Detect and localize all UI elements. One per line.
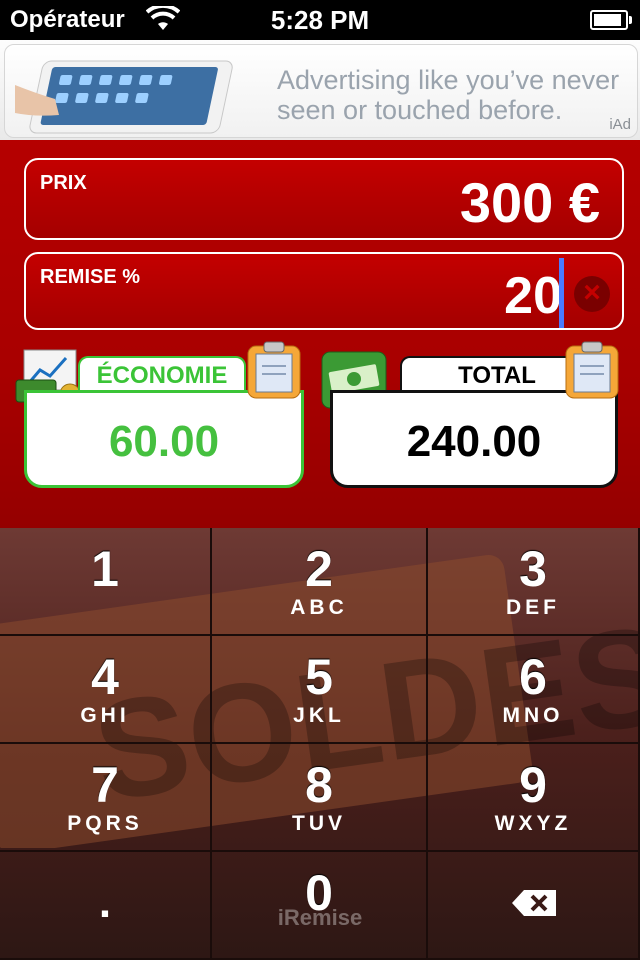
backspace-icon — [512, 890, 556, 916]
key-letters: DEF — [506, 596, 560, 619]
key-letters: JKL — [293, 704, 345, 727]
battery-icon — [590, 10, 632, 30]
status-time: 5:28 PM — [270, 5, 370, 35]
key-digit: 3 — [519, 541, 547, 597]
app-brand: iRemise — [277, 905, 363, 930]
ad-frame[interactable]: Advertising like you’ve never seen or to… — [4, 44, 638, 138]
key-1[interactable]: 1 — [0, 528, 212, 636]
prix-label: PRIX — [40, 172, 87, 194]
key-letters: PQRS — [67, 812, 143, 835]
key-digit: 2 — [305, 541, 333, 597]
key-letters: MNO — [502, 704, 564, 727]
key-digit: 1 — [91, 541, 119, 597]
key-8[interactable]: 8 TUV — [212, 744, 428, 852]
key-digit: 4 — [91, 649, 119, 705]
ipad-image — [15, 60, 233, 134]
key-letters: ABC — [290, 596, 348, 619]
clipboard-icon[interactable] — [246, 340, 302, 400]
ad-text: Advertising like you’ve never seen or to… — [277, 65, 620, 125]
economie-card: 60.00 — [24, 390, 304, 488]
prix-field[interactable]: PRIX 300 € — [24, 158, 624, 240]
battery-level — [594, 14, 621, 26]
backspace-key[interactable] — [428, 852, 640, 960]
key-letters: GHI — [80, 704, 130, 727]
key-9[interactable]: 9 WXYZ — [428, 744, 640, 852]
economie-label: ÉCONOMIE — [78, 356, 246, 394]
text-caret — [559, 258, 564, 328]
remise-value: 20 — [504, 267, 562, 325]
total-card: 240.00 — [330, 390, 618, 488]
key-digit: 6 — [519, 649, 547, 705]
remise-label: REMISE % — [40, 266, 141, 288]
key-digit: 5 — [305, 649, 333, 705]
key-6[interactable]: 6 MNO — [428, 636, 640, 744]
ad-banner[interactable]: Advertising like you’ve never seen or to… — [0, 40, 640, 140]
status-bar: Opérateur 5:28 PM — [0, 0, 640, 40]
key-digit: 7 — [91, 757, 119, 813]
clipboard-icon[interactable] — [564, 340, 620, 400]
key-digit: 8 — [305, 757, 333, 813]
calculator-panel: PRIX 300 € REMISE % 20 × ÉCONOMIE 60.00 … — [0, 140, 640, 528]
key-4[interactable]: 4 GHI — [0, 636, 212, 744]
key-5[interactable]: 5 JKL — [212, 636, 428, 744]
key-2[interactable]: 2 ABC — [212, 528, 428, 636]
remise-field[interactable]: REMISE % 20 × — [24, 252, 624, 330]
prix-value: 300 € — [459, 171, 600, 234]
clear-icon[interactable]: × — [574, 276, 610, 312]
key-letters: TUV — [292, 812, 346, 835]
key-letters: WXYZ — [494, 812, 572, 835]
key-7[interactable]: 7 PQRS — [0, 744, 212, 852]
iad-badge: iAd — [609, 116, 631, 133]
key-decimal[interactable]: . — [0, 852, 212, 960]
key-3[interactable]: 3 DEF — [428, 528, 640, 636]
key-digit: . — [98, 878, 112, 927]
total-value: 240.00 — [406, 417, 542, 466]
key-digit: 9 — [519, 757, 547, 813]
economie-value: 60.00 — [108, 417, 220, 466]
